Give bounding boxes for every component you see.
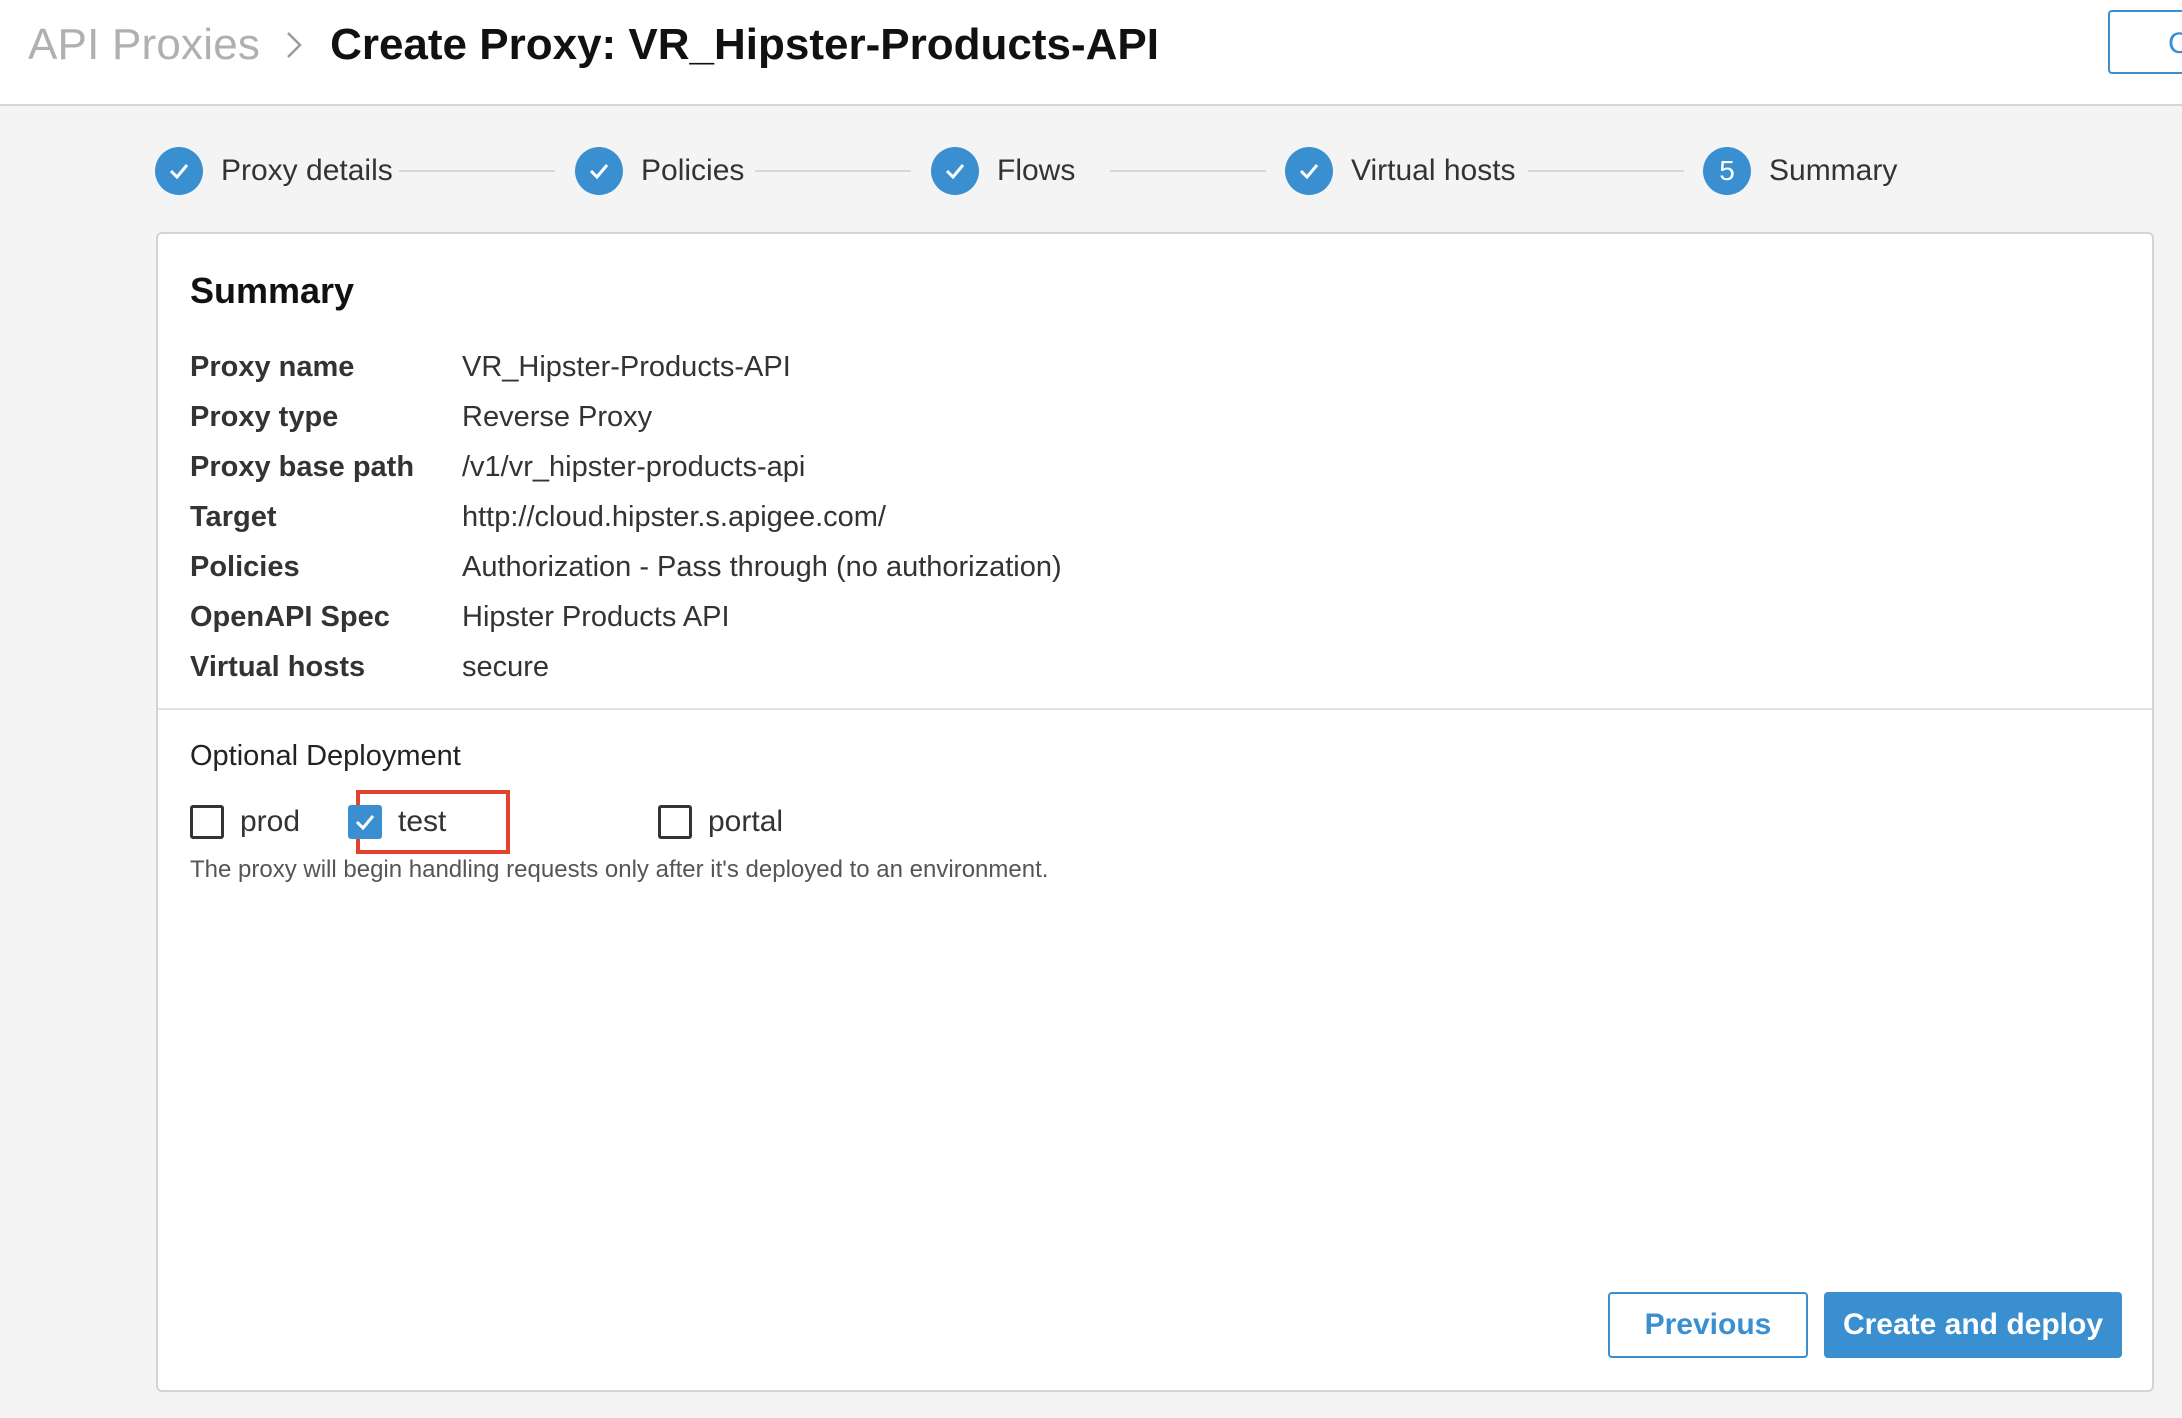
summary-label: Proxy base path	[190, 450, 415, 483]
env-label: portal	[708, 805, 784, 838]
step-label: Flows	[997, 154, 1076, 187]
step-label: Virtual hosts	[1351, 154, 1516, 187]
step-label: Policies	[641, 154, 745, 187]
page-title: Create Proxy: VR_Hipster-Products-API	[330, 20, 1159, 69]
wizard-stepper: Proxy details Policies Flows Virtual hos…	[155, 145, 1955, 197]
breadcrumb: API Proxies Create Proxy: VR_Hipster-Pro…	[28, 0, 1159, 90]
summary-row-proxy-type: Proxy type Reverse Proxy	[190, 392, 1062, 442]
summary-label: Target	[190, 500, 277, 533]
summary-value: Hipster Products API	[462, 600, 730, 633]
step-flows[interactable]: Flows	[931, 145, 1075, 197]
section-divider	[158, 708, 2152, 710]
step-connector	[1110, 170, 1266, 172]
summary-label: Proxy type	[190, 400, 339, 433]
summary-card: Summary Proxy name VR_Hipster-Products-A…	[156, 232, 2154, 1392]
summary-value: http://cloud.hipster.s.apigee.com/	[462, 500, 886, 533]
chevron-right-icon	[287, 32, 302, 58]
step-proxy-details[interactable]: Proxy details	[155, 145, 393, 197]
summary-row-proxy-name: Proxy name VR_Hipster-Products-API	[190, 342, 1062, 392]
checkmark-icon	[355, 815, 375, 831]
environment-options: prod test portal	[190, 790, 1390, 854]
summary-table: Proxy name VR_Hipster-Products-API Proxy…	[190, 342, 1062, 692]
env-label: prod	[240, 805, 301, 838]
deployment-helper-text: The proxy will begin handling requests o…	[190, 856, 1049, 883]
summary-row-target: Target http://cloud.hipster.s.apigee.com…	[190, 492, 1062, 542]
step-number-badge: 5	[1703, 147, 1751, 195]
header-action-button[interactable]: C	[2108, 10, 2182, 74]
step-policies[interactable]: Policies	[575, 145, 744, 197]
step-label: Proxy details	[221, 154, 393, 187]
summary-row-policies: Policies Authorization - Pass through (n…	[190, 542, 1062, 592]
env-option-test[interactable]: test	[348, 790, 446, 854]
summary-row-openapi-spec: OpenAPI Spec Hipster Products API	[190, 592, 1062, 642]
portal-checkbox[interactable]	[658, 805, 692, 839]
step-connector	[399, 170, 555, 172]
step-connector	[755, 170, 911, 172]
env-option-prod[interactable]: prod	[190, 790, 300, 854]
summary-title: Summary	[190, 270, 355, 311]
summary-value: Reverse Proxy	[462, 400, 653, 433]
check-circle-icon	[1285, 147, 1333, 195]
env-option-portal[interactable]: portal	[658, 790, 783, 854]
step-virtual-hosts[interactable]: Virtual hosts	[1285, 145, 1516, 197]
summary-label: OpenAPI Spec	[190, 600, 390, 633]
check-circle-icon	[575, 147, 623, 195]
test-checkbox[interactable]	[348, 805, 382, 839]
summary-value: /v1/vr_hipster-products-api	[462, 450, 806, 483]
summary-label: Policies	[190, 550, 300, 583]
step-connector	[1528, 170, 1684, 172]
create-and-deploy-button[interactable]: Create and deploy	[1824, 1292, 2122, 1358]
page-header: API Proxies Create Proxy: VR_Hipster-Pro…	[0, 0, 2182, 106]
env-label: test	[398, 805, 447, 838]
step-summary[interactable]: 5 Summary	[1703, 145, 1897, 197]
summary-label: Virtual hosts	[190, 650, 366, 683]
optional-deployment-title: Optional Deployment	[190, 740, 461, 772]
check-circle-icon	[155, 147, 203, 195]
prod-checkbox[interactable]	[190, 805, 224, 839]
previous-button[interactable]: Previous	[1608, 1292, 1808, 1358]
summary-value: Authorization - Pass through (no authori…	[462, 550, 1062, 583]
breadcrumb-api-proxies-link[interactable]: API Proxies	[28, 20, 260, 70]
summary-label: Proxy name	[190, 350, 355, 383]
summary-row-proxy-base-path: Proxy base path /v1/vr_hipster-products-…	[190, 442, 1062, 492]
check-circle-icon	[931, 147, 979, 195]
summary-row-virtual-hosts: Virtual hosts secure	[190, 642, 1062, 692]
summary-value: secure	[462, 650, 550, 683]
summary-value: VR_Hipster-Products-API	[462, 350, 791, 383]
step-label: Summary	[1769, 154, 1898, 187]
